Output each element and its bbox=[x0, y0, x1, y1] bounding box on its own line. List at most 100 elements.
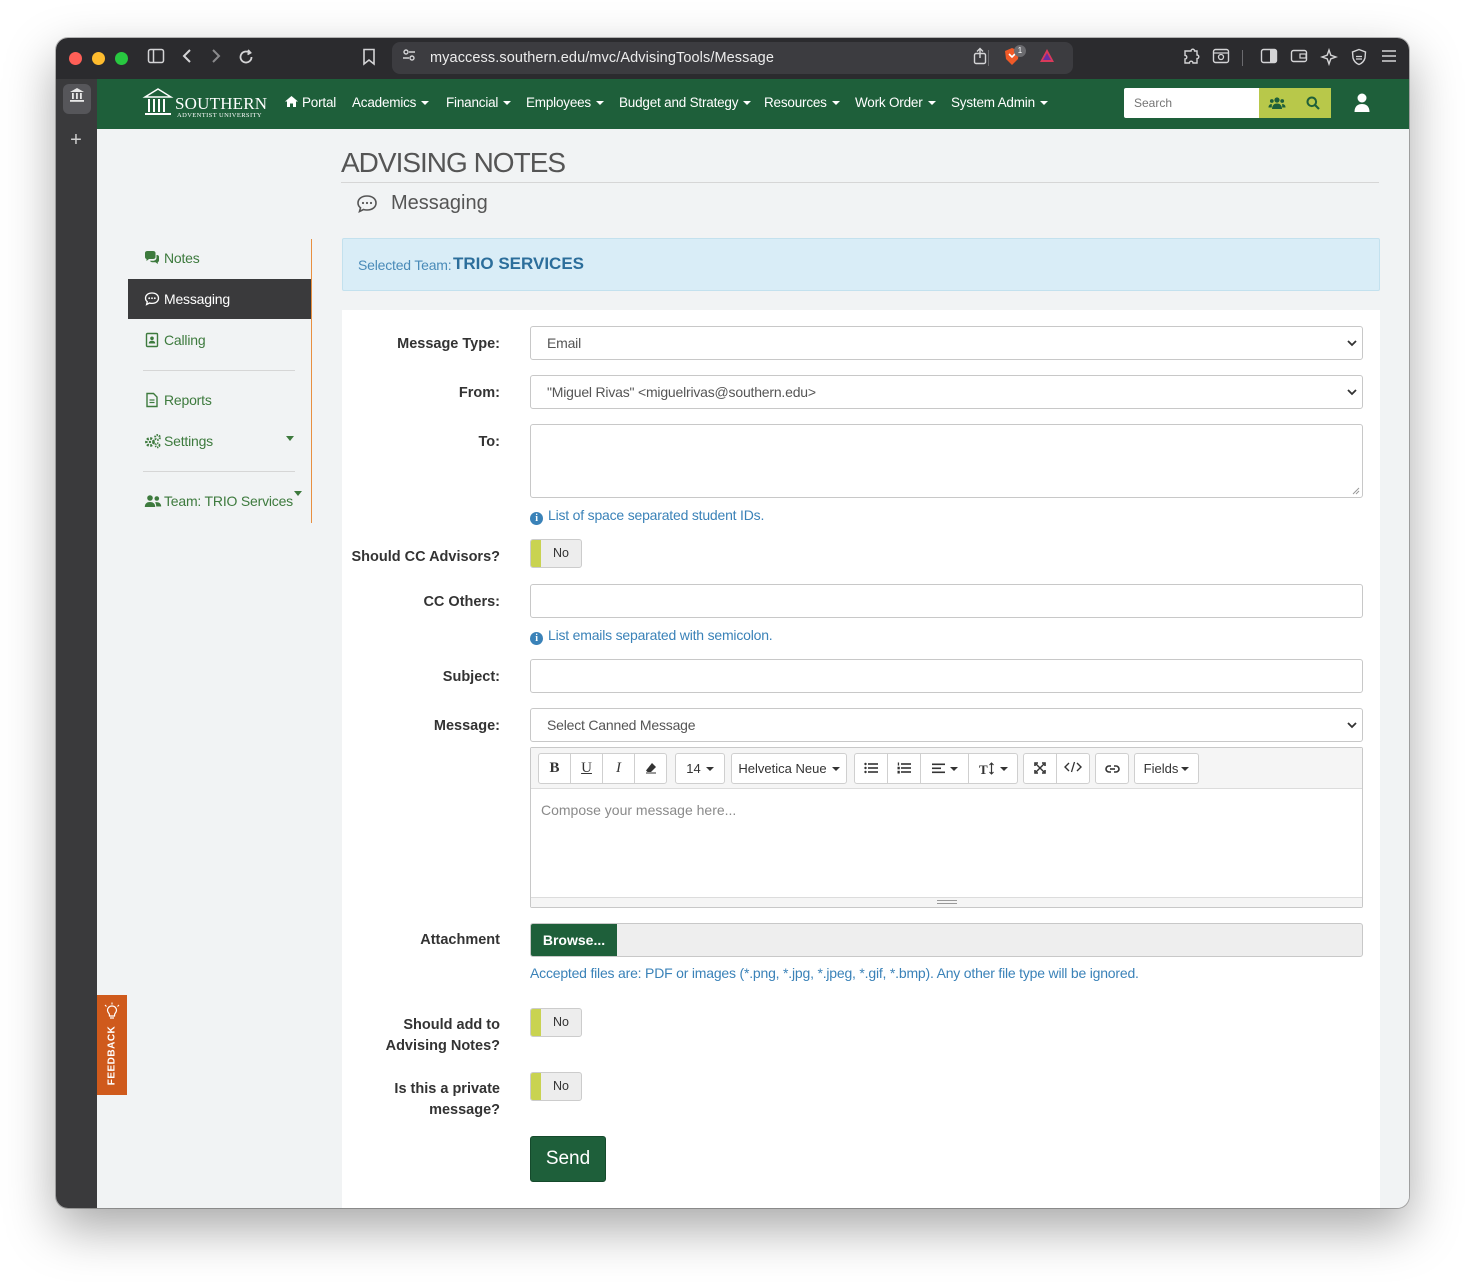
bold-button[interactable]: B bbox=[538, 753, 571, 784]
back-icon[interactable] bbox=[176, 48, 198, 69]
southern-logo[interactable]: SOUTHERN ADVENTIST UNIVERSITY bbox=[142, 84, 267, 122]
nav-employees[interactable]: Employees bbox=[526, 95, 604, 110]
add-notes-toggle[interactable]: No bbox=[530, 1008, 582, 1037]
lightbulb-icon bbox=[104, 1002, 120, 1019]
align-dropdown[interactable] bbox=[920, 753, 969, 784]
comment-dots-icon bbox=[144, 292, 160, 306]
nav-resources[interactable]: Resources bbox=[764, 95, 840, 110]
sidebar-item-calling[interactable]: Calling bbox=[128, 320, 311, 360]
browser-window: myaccess.southern.edu/mvc/AdvisingTools/… bbox=[56, 38, 1409, 1208]
private-toggle[interactable]: No bbox=[530, 1072, 582, 1101]
eraser-button[interactable] bbox=[634, 753, 667, 784]
leo-ai-icon[interactable] bbox=[1318, 47, 1340, 71]
from-select[interactable]: "Miguel Rivas" <miguelrivas@southern.edu… bbox=[530, 375, 1363, 409]
nav-academics[interactable]: Academics bbox=[352, 95, 430, 110]
cc-others-input[interactable] bbox=[530, 584, 1363, 618]
unordered-list-button[interactable] bbox=[854, 753, 888, 784]
private-label-line2: message? bbox=[429, 1102, 500, 1118]
fields-dropdown[interactable]: Fields bbox=[1134, 753, 1199, 784]
nav-financial[interactable]: Financial bbox=[446, 95, 512, 110]
sidebar-item-label: Calling bbox=[164, 332, 206, 348]
grip-icon bbox=[937, 900, 957, 904]
vpn-shield-icon[interactable] bbox=[1348, 48, 1370, 71]
nav-search-input[interactable] bbox=[1124, 88, 1259, 118]
sidebar-toggle-icon[interactable] bbox=[145, 48, 167, 69]
line-height-dropdown[interactable]: T bbox=[968, 753, 1018, 784]
to-textarea[interactable] bbox=[530, 424, 1363, 498]
sidebar-item-settings[interactable]: Settings bbox=[128, 421, 311, 461]
nav-work-order-label: Work Order bbox=[855, 95, 923, 110]
sidebar-item-notes[interactable]: Notes bbox=[128, 238, 311, 278]
nav-system-admin[interactable]: System Admin bbox=[951, 95, 1048, 110]
nav-employees-label: Employees bbox=[526, 95, 591, 110]
menu-icon[interactable] bbox=[1378, 48, 1400, 69]
search-icon bbox=[1306, 96, 1320, 110]
editor-toolbar: B U I 14 Helvetica Neue T Fields bbox=[531, 748, 1362, 789]
message-type-select[interactable]: Email bbox=[530, 326, 1363, 360]
url-text[interactable]: myaccess.southern.edu/mvc/AdvisingTools/… bbox=[430, 50, 774, 66]
user-account-icon[interactable] bbox=[1352, 91, 1372, 115]
nav-work-order[interactable]: Work Order bbox=[855, 95, 936, 110]
columns-logo-icon bbox=[142, 88, 174, 115]
vertical-tab-rail: + bbox=[56, 79, 97, 1208]
reload-icon[interactable] bbox=[235, 48, 257, 71]
insert-link-button[interactable] bbox=[1095, 753, 1129, 784]
editor-body[interactable]: Compose your message here... bbox=[541, 802, 736, 818]
sidebar-panel-icon[interactable] bbox=[1258, 48, 1280, 69]
canned-message-select[interactable]: Select Canned Message bbox=[530, 708, 1363, 742]
fields-label: Fields bbox=[1143, 761, 1179, 776]
browse-button[interactable]: Browse... bbox=[531, 924, 617, 956]
cc-advisors-toggle[interactable]: No bbox=[530, 539, 582, 568]
zoom-window-button[interactable] bbox=[115, 52, 128, 65]
resize-handle-icon[interactable] bbox=[1352, 487, 1360, 495]
toggle-knob bbox=[531, 1009, 541, 1036]
underline-button[interactable]: U bbox=[570, 753, 603, 784]
comments-icon bbox=[145, 251, 159, 264]
font-size-dropdown[interactable]: 14 bbox=[675, 753, 725, 784]
italic-button[interactable]: I bbox=[602, 753, 635, 784]
caret-down-icon bbox=[949, 767, 958, 771]
nav-budget-and-strategy[interactable]: Budget and Strategy bbox=[619, 95, 752, 110]
nav-academics-label: Academics bbox=[352, 95, 417, 110]
title-divider bbox=[341, 182, 1379, 183]
sidebar-item-reports[interactable]: Reports bbox=[128, 380, 311, 420]
address-bar[interactable]: myaccess.southern.edu/mvc/AdvisingTools/… bbox=[392, 42, 1073, 74]
fullscreen-button[interactable] bbox=[1023, 753, 1057, 784]
wallet-icon[interactable] bbox=[1288, 48, 1310, 69]
add-notes-label-line2: Advising Notes? bbox=[385, 1038, 500, 1054]
site-navbar: SOUTHERN ADVENTIST UNIVERSITY Portal Aca… bbox=[97, 79, 1409, 129]
sidebar-item-messaging[interactable]: Messaging bbox=[128, 279, 311, 319]
list-ul-icon bbox=[864, 762, 878, 774]
tab-favicon-icon[interactable] bbox=[63, 84, 91, 114]
code-view-button[interactable] bbox=[1056, 753, 1090, 784]
feedback-tab[interactable]: FEEDBACK bbox=[97, 995, 127, 1095]
extensions-icon[interactable] bbox=[1180, 48, 1202, 71]
browser-toolbar: myaccess.southern.edu/mvc/AdvisingTools/… bbox=[56, 38, 1409, 79]
bookmark-icon[interactable] bbox=[358, 48, 380, 71]
rich-text-editor: B U I 14 Helvetica Neue T Fields Compose… bbox=[530, 747, 1363, 908]
nav-portal[interactable]: Portal bbox=[284, 95, 336, 110]
ordered-list-button[interactable] bbox=[887, 753, 921, 784]
sidebar-divider bbox=[143, 471, 295, 472]
search-button[interactable] bbox=[1295, 88, 1331, 118]
font-family-dropdown[interactable]: Helvetica Neue bbox=[731, 753, 847, 784]
settings-caret-down-icon[interactable] bbox=[286, 436, 294, 441]
forward-icon[interactable] bbox=[205, 48, 227, 69]
nav-resources-label: Resources bbox=[764, 95, 827, 110]
people-search-button[interactable] bbox=[1259, 88, 1295, 118]
new-tab-plus-icon[interactable]: + bbox=[65, 129, 87, 152]
site-settings-icon[interactable] bbox=[398, 47, 420, 68]
subject-input[interactable] bbox=[530, 659, 1363, 693]
attachment-file-input[interactable]: Browse... bbox=[530, 923, 1363, 957]
editor-resize-bar[interactable] bbox=[531, 897, 1362, 907]
sidebar-item-team[interactable]: Team: TRIO Services bbox=[128, 481, 311, 521]
brave-rewards-icon[interactable] bbox=[1036, 47, 1058, 70]
minimize-window-button[interactable] bbox=[92, 52, 105, 65]
nav-portal-label: Portal bbox=[302, 95, 337, 110]
send-button[interactable]: Send bbox=[530, 1136, 606, 1182]
nav-search-box[interactable] bbox=[1124, 88, 1259, 118]
reader-icon[interactable] bbox=[1210, 48, 1232, 69]
close-window-button[interactable] bbox=[69, 52, 82, 65]
canned-message-value: Select Canned Message bbox=[547, 717, 696, 733]
info-icon: i bbox=[530, 632, 543, 645]
